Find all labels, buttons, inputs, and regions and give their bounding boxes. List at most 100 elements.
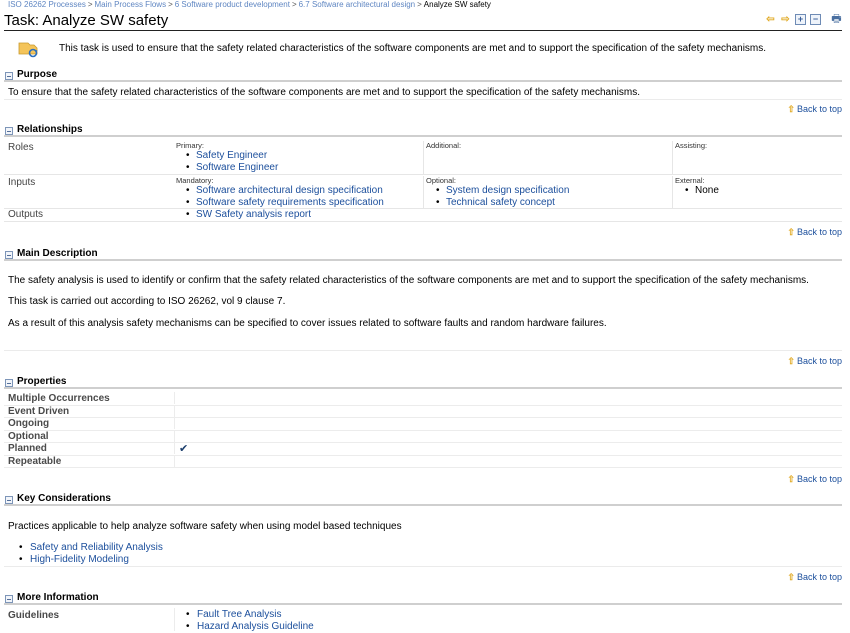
up-arrow-icon: ⇧ [787, 572, 795, 582]
input-link[interactable]: Software architectural design specificat… [196, 185, 383, 196]
breadcrumb-separator: > [291, 0, 297, 9]
breadcrumb-current: Analyze SW safety [423, 0, 491, 9]
property-label: Multiple Occurrences [8, 393, 110, 404]
practice-link[interactable]: Safety and Reliability Analysis [30, 542, 163, 553]
column-divider [174, 608, 175, 631]
relationships-inputs-row: Inputs Mandatory: Software architectural… [4, 175, 842, 209]
section-title: More Information [17, 592, 99, 603]
back-to-top-link[interactable]: ⇧ Back to top [787, 356, 842, 367]
print-icon[interactable]: 🖶 [831, 14, 842, 25]
description-paragraph: This task is carried out according to IS… [8, 296, 286, 307]
breadcrumb: ISO 26262 Processes > Main Process Flows >6… [8, 0, 491, 9]
collapse-all-icon[interactable]: − [810, 14, 821, 25]
primary-roles: Primary: Safety Engineer Software Engine… [174, 141, 424, 175]
list-item: System design specification [436, 185, 673, 197]
caption: Assisting: [675, 141, 708, 150]
page-title: Task: Analyze SW safety [4, 12, 169, 29]
section-title: Relationships [17, 124, 83, 135]
property-value [174, 404, 834, 417]
back-arrow-icon[interactable]: ⇦ [765, 14, 776, 25]
back-to-top-link[interactable]: ⇧ Back to top [787, 572, 842, 583]
back-to-top-link[interactable]: ⇧ Back to top [787, 227, 842, 238]
input-link[interactable]: System design specification [446, 185, 569, 196]
collapse-toggle-icon[interactable] [5, 72, 13, 80]
caption: Primary: [176, 141, 204, 150]
list-item: Software safety requirements specificati… [186, 197, 424, 209]
mandatory-inputs: Mandatory: Software architectural design… [174, 176, 424, 209]
property-value [174, 417, 834, 429]
property-row: Repeatable [4, 454, 842, 468]
divider [4, 99, 842, 100]
back-to-top-label: Back to top [796, 572, 842, 582]
section-title: Purpose [17, 69, 58, 80]
collapse-toggle-icon[interactable] [5, 595, 13, 603]
collapse-toggle-icon[interactable] [5, 127, 13, 135]
property-value [174, 429, 834, 442]
section-header-key-considerations: Key Considerations [4, 493, 842, 506]
input-link[interactable]: Technical safety concept [446, 197, 555, 208]
back-to-top-label: Back to top [796, 227, 842, 237]
back-to-top-label: Back to top [796, 474, 842, 484]
list-item: Software architectural design specificat… [186, 185, 424, 197]
back-to-top-label: Back to top [796, 104, 842, 114]
expand-all-icon[interactable]: + [795, 14, 806, 25]
description-paragraph: As a result of this analysis safety mech… [8, 318, 607, 329]
collapse-toggle-icon[interactable] [5, 379, 13, 387]
breadcrumb-link[interactable]: ISO 26262 Processes [8, 0, 86, 9]
back-to-top-link[interactable]: ⇧ Back to top [787, 474, 842, 485]
collapse-toggle-icon[interactable] [5, 251, 13, 259]
property-label: Ongoing [8, 418, 50, 429]
input-link[interactable]: Software safety requirements specificati… [196, 197, 384, 208]
back-to-top-link[interactable]: ⇧ Back to top [787, 104, 842, 115]
guideline-link[interactable]: Fault Tree Analysis [197, 609, 281, 620]
breadcrumb-separator: > [87, 0, 93, 9]
caption: Optional: [426, 176, 457, 185]
caption: Mandatory: [176, 176, 214, 185]
section-header-relationships: Relationships [4, 124, 842, 137]
forward-arrow-icon[interactable]: ⇨ [780, 14, 791, 25]
property-label: Event Driven [8, 405, 70, 417]
guidelines-links: Fault Tree Analysis Hazard Analysis Guid… [184, 609, 314, 633]
row-label: Roles [8, 142, 34, 153]
role-link[interactable]: Software Engineer [196, 162, 278, 173]
title-bar: Task: Analyze SW safety ⇦ ⇨ + − 🖶 [4, 12, 842, 31]
output-link[interactable]: SW Safety analysis report [196, 209, 311, 220]
optional-inputs: Optional: System design specification Te… [423, 176, 673, 209]
collapse-toggle-icon[interactable] [5, 496, 13, 504]
caption: Additional: [426, 141, 462, 150]
purpose-text: To ensure that the safety related charac… [8, 87, 640, 98]
breadcrumb-link[interactable]: 6.7 Software architectural design [299, 0, 416, 9]
guideline-link[interactable]: Hazard Analysis Guideline [197, 621, 314, 632]
property-value [174, 454, 834, 467]
breadcrumb-link[interactable]: Main Process Flows [95, 0, 167, 9]
section-header-main-description: Main Description [4, 248, 842, 261]
role-link[interactable]: Safety Engineer [196, 150, 267, 161]
breadcrumb-link[interactable]: 6 Software product development [175, 0, 290, 9]
list-item: Safety and Reliability Analysis [17, 542, 163, 554]
checkmark-icon: ✔ [174, 442, 834, 455]
key-considerations-links: Safety and Reliability Analysis High-Fid… [17, 542, 163, 566]
assisting-roles: Assisting: [672, 141, 842, 175]
list-item: SW Safety analysis report [186, 209, 424, 221]
external-inputs: External: None [672, 176, 842, 209]
section-header-purpose: Purpose [4, 69, 842, 82]
divider [4, 350, 842, 351]
additional-roles: Additional: [423, 141, 673, 175]
property-label: Repeatable [8, 455, 62, 467]
caption: External: [675, 176, 705, 185]
section-header-more-information: More Information [4, 592, 842, 605]
section-header-properties: Properties [4, 376, 842, 389]
list-item: None [685, 185, 842, 197]
outputs: SW Safety analysis report [174, 209, 424, 221]
relationships-outputs-row: Outputs SW Safety analysis report [4, 209, 842, 222]
task-icon [18, 42, 38, 58]
list-item: Technical safety concept [436, 197, 673, 209]
up-arrow-icon: ⇧ [787, 356, 795, 366]
key-considerations-text: Practices applicable to help analyze sof… [8, 521, 402, 532]
up-arrow-icon: ⇧ [787, 474, 795, 484]
intro-text: This task is used to ensure that the saf… [59, 43, 767, 54]
list-item: High-Fidelity Modeling [17, 554, 163, 566]
practice-link[interactable]: High-Fidelity Modeling [30, 554, 129, 565]
relationships-roles-row: Roles Primary: Safety Engineer Software … [4, 140, 842, 175]
guidelines-label: Guidelines [8, 610, 60, 621]
